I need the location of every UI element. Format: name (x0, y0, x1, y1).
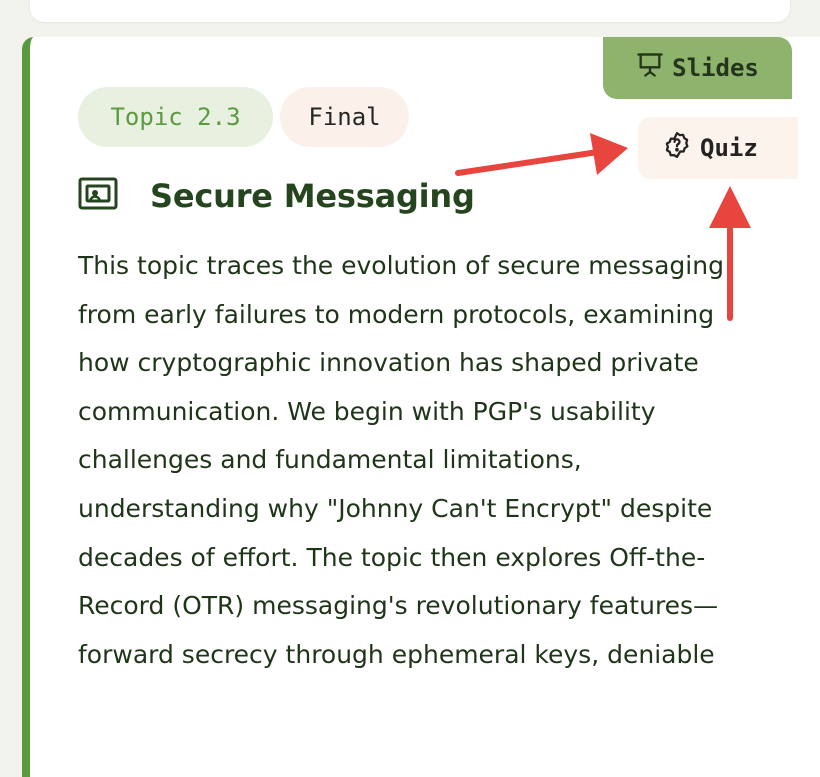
status-badge: Final (280, 87, 409, 147)
slides-button[interactable]: Slides (603, 37, 792, 99)
question-badge-icon (662, 130, 692, 166)
presentation-board-icon (636, 51, 664, 85)
quiz-label: Quiz (700, 134, 758, 162)
title-row: Secure Messaging (78, 170, 475, 222)
quiz-button[interactable]: Quiz (638, 117, 798, 179)
topic-number-badge: Topic 2.3 (78, 87, 273, 147)
topic-description: This topic traces the evolution of secur… (78, 251, 724, 669)
topic-title: Secure Messaging (150, 177, 475, 215)
slides-label: Slides (672, 54, 759, 82)
presentation-screen-icon (78, 176, 118, 216)
previous-card (30, 0, 790, 22)
